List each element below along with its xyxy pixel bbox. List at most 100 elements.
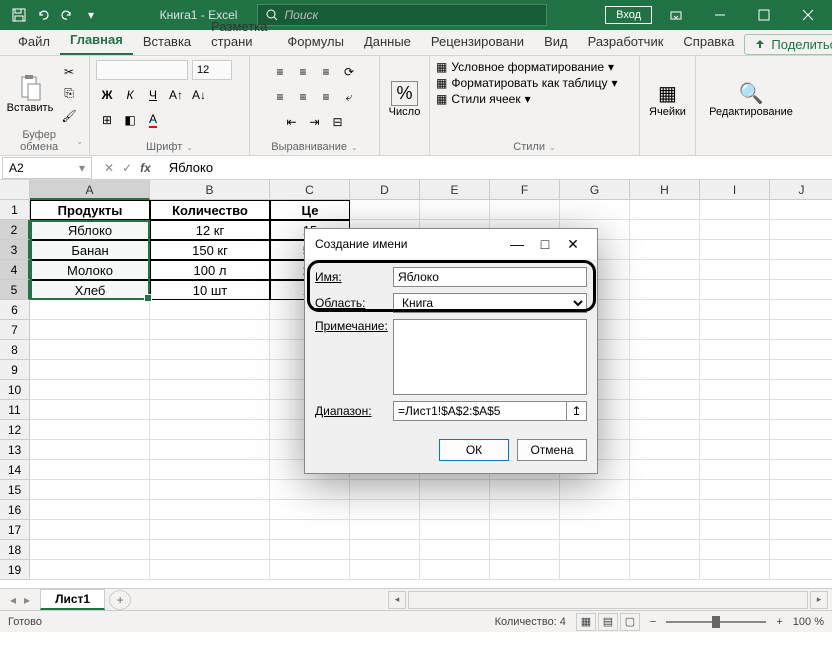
cell[interactable] <box>770 420 832 440</box>
cell[interactable] <box>770 560 832 580</box>
row-header[interactable]: 14 <box>0 460 30 480</box>
cell[interactable] <box>700 540 770 560</box>
cell[interactable] <box>30 520 150 540</box>
cell[interactable] <box>700 460 770 480</box>
format-painter-icon[interactable]: 🖌 <box>58 106 80 126</box>
cell[interactable] <box>490 560 560 580</box>
cell[interactable] <box>700 380 770 400</box>
cell[interactable] <box>30 560 150 580</box>
cell[interactable] <box>420 200 490 220</box>
cell[interactable] <box>700 560 770 580</box>
row-header[interactable]: 18 <box>0 540 30 560</box>
cell[interactable] <box>770 360 832 380</box>
redo-icon[interactable] <box>56 4 78 26</box>
hscroll-right-icon[interactable]: ▸ <box>810 591 828 609</box>
cell[interactable] <box>560 540 630 560</box>
confirm-formula-icon[interactable]: ✓ <box>122 161 132 175</box>
cell-styles-button[interactable]: ▦Стили ячеек ▾ <box>436 92 531 106</box>
cell[interactable] <box>630 520 700 540</box>
cell[interactable] <box>630 380 700 400</box>
font-name-select[interactable] <box>96 60 188 80</box>
cell[interactable] <box>30 340 150 360</box>
cell[interactable] <box>700 200 770 220</box>
search-input[interactable] <box>284 8 538 22</box>
cell[interactable] <box>350 480 420 500</box>
number-format-button[interactable]: % Число <box>386 67 423 133</box>
signin-button[interactable]: Вход <box>605 6 652 24</box>
share-button[interactable]: Поделиться <box>744 34 832 55</box>
cell[interactable] <box>630 360 700 380</box>
row-header[interactable]: 2 <box>0 220 30 240</box>
cell[interactable]: 100 л <box>150 260 270 280</box>
sheet-tab[interactable]: Лист1 <box>40 589 105 610</box>
cell[interactable] <box>30 440 150 460</box>
scope-select[interactable]: Книга <box>393 293 587 313</box>
cell[interactable] <box>630 540 700 560</box>
cell[interactable] <box>630 200 700 220</box>
cell[interactable] <box>700 220 770 240</box>
cell[interactable] <box>150 560 270 580</box>
cell[interactable] <box>30 500 150 520</box>
cell[interactable] <box>150 400 270 420</box>
conditional-format-button[interactable]: ▦Условное форматирование ▾ <box>436 60 614 74</box>
cell[interactable] <box>770 240 832 260</box>
cell[interactable] <box>30 480 150 500</box>
row-header[interactable]: 3 <box>0 240 30 260</box>
cell[interactable] <box>700 340 770 360</box>
comment-textarea[interactable] <box>393 319 587 395</box>
add-sheet-button[interactable]: + <box>109 590 131 610</box>
cell[interactable] <box>420 540 490 560</box>
close-button[interactable] <box>788 0 828 30</box>
cell[interactable]: Яблоко <box>30 220 150 240</box>
cell[interactable] <box>770 260 832 280</box>
cell[interactable] <box>350 560 420 580</box>
tab-developer[interactable]: Разработчик <box>578 30 674 55</box>
align-top-icon[interactable]: ≡ <box>269 62 291 82</box>
row-header[interactable]: 13 <box>0 440 30 460</box>
cell[interactable]: Хлеб <box>30 280 150 300</box>
cell[interactable] <box>700 420 770 440</box>
align-bottom-icon[interactable]: ≡ <box>315 62 337 82</box>
ribbon-options-icon[interactable] <box>656 0 696 30</box>
cell[interactable] <box>700 480 770 500</box>
tab-data[interactable]: Данные <box>354 30 421 55</box>
row-header[interactable]: 12 <box>0 420 30 440</box>
cell[interactable]: 12 кг <box>150 220 270 240</box>
view-normal-icon[interactable]: ▦ <box>576 613 596 631</box>
col-header[interactable]: J <box>770 180 832 200</box>
cell[interactable] <box>630 440 700 460</box>
cancel-formula-icon[interactable]: ✕ <box>104 161 114 175</box>
cell[interactable] <box>560 500 630 520</box>
minimize-button[interactable] <box>700 0 740 30</box>
cell[interactable] <box>560 520 630 540</box>
sheet-nav-first-icon[interactable]: ◂ <box>10 593 16 607</box>
cell[interactable] <box>770 200 832 220</box>
font-size-select[interactable] <box>192 60 232 80</box>
copy-icon[interactable]: ⎘ <box>58 84 80 104</box>
cell[interactable] <box>490 480 560 500</box>
cell[interactable]: 10 шт <box>150 280 270 300</box>
cell[interactable] <box>420 560 490 580</box>
cell[interactable] <box>420 480 490 500</box>
cell[interactable] <box>150 520 270 540</box>
cell[interactable] <box>770 460 832 480</box>
dialog-maximize-icon[interactable]: □ <box>531 230 559 258</box>
zoom-out-icon[interactable]: − <box>650 616 656 628</box>
editing-button[interactable]: 🔍 Редактирование <box>702 67 800 133</box>
merge-icon[interactable]: ⊟ <box>327 112 349 132</box>
cell[interactable] <box>770 280 832 300</box>
sheet-nav-last-icon[interactable]: ▸ <box>24 593 30 607</box>
cell[interactable] <box>630 260 700 280</box>
cell[interactable] <box>700 400 770 420</box>
row-header[interactable]: 4 <box>0 260 30 280</box>
align-middle-icon[interactable]: ≡ <box>292 62 314 82</box>
cell[interactable] <box>560 200 630 220</box>
cell[interactable] <box>770 380 832 400</box>
cell[interactable] <box>490 200 560 220</box>
indent-decrease-icon[interactable]: ⇤ <box>281 112 303 132</box>
cell[interactable] <box>270 520 350 540</box>
cell[interactable] <box>270 500 350 520</box>
cell[interactable] <box>770 320 832 340</box>
cell[interactable] <box>630 340 700 360</box>
row-header[interactable]: 8 <box>0 340 30 360</box>
